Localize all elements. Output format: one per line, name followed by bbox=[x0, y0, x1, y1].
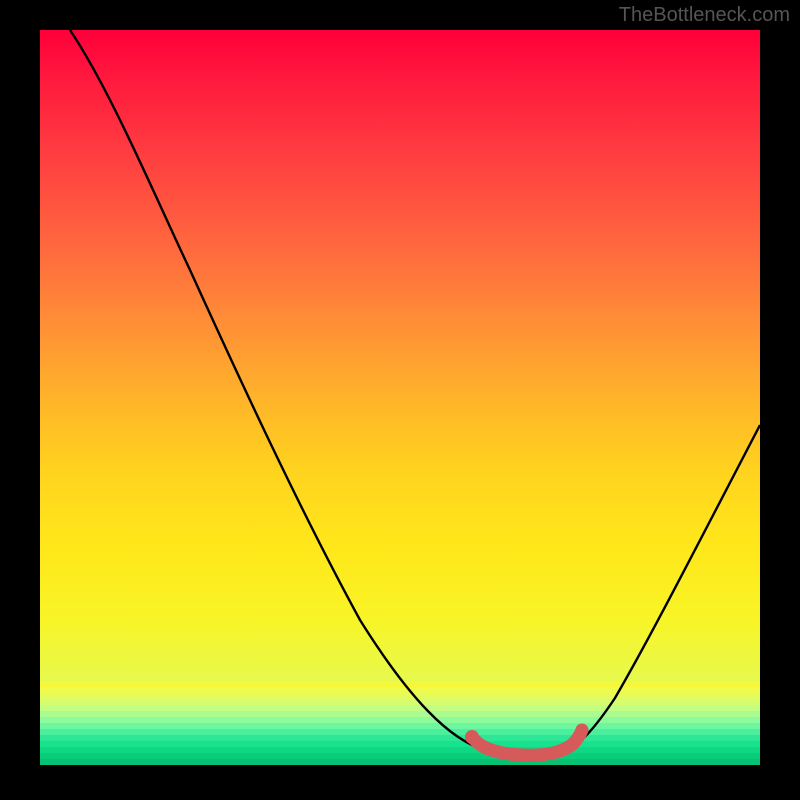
optimal-range-start-dot bbox=[465, 730, 479, 744]
attribution-text: TheBottleneck.com bbox=[619, 4, 790, 27]
optimal-range-highlight bbox=[472, 730, 582, 755]
chart-plot-area bbox=[40, 30, 760, 765]
bottleneck-curve bbox=[70, 30, 760, 755]
chart-curve-svg bbox=[40, 30, 760, 765]
